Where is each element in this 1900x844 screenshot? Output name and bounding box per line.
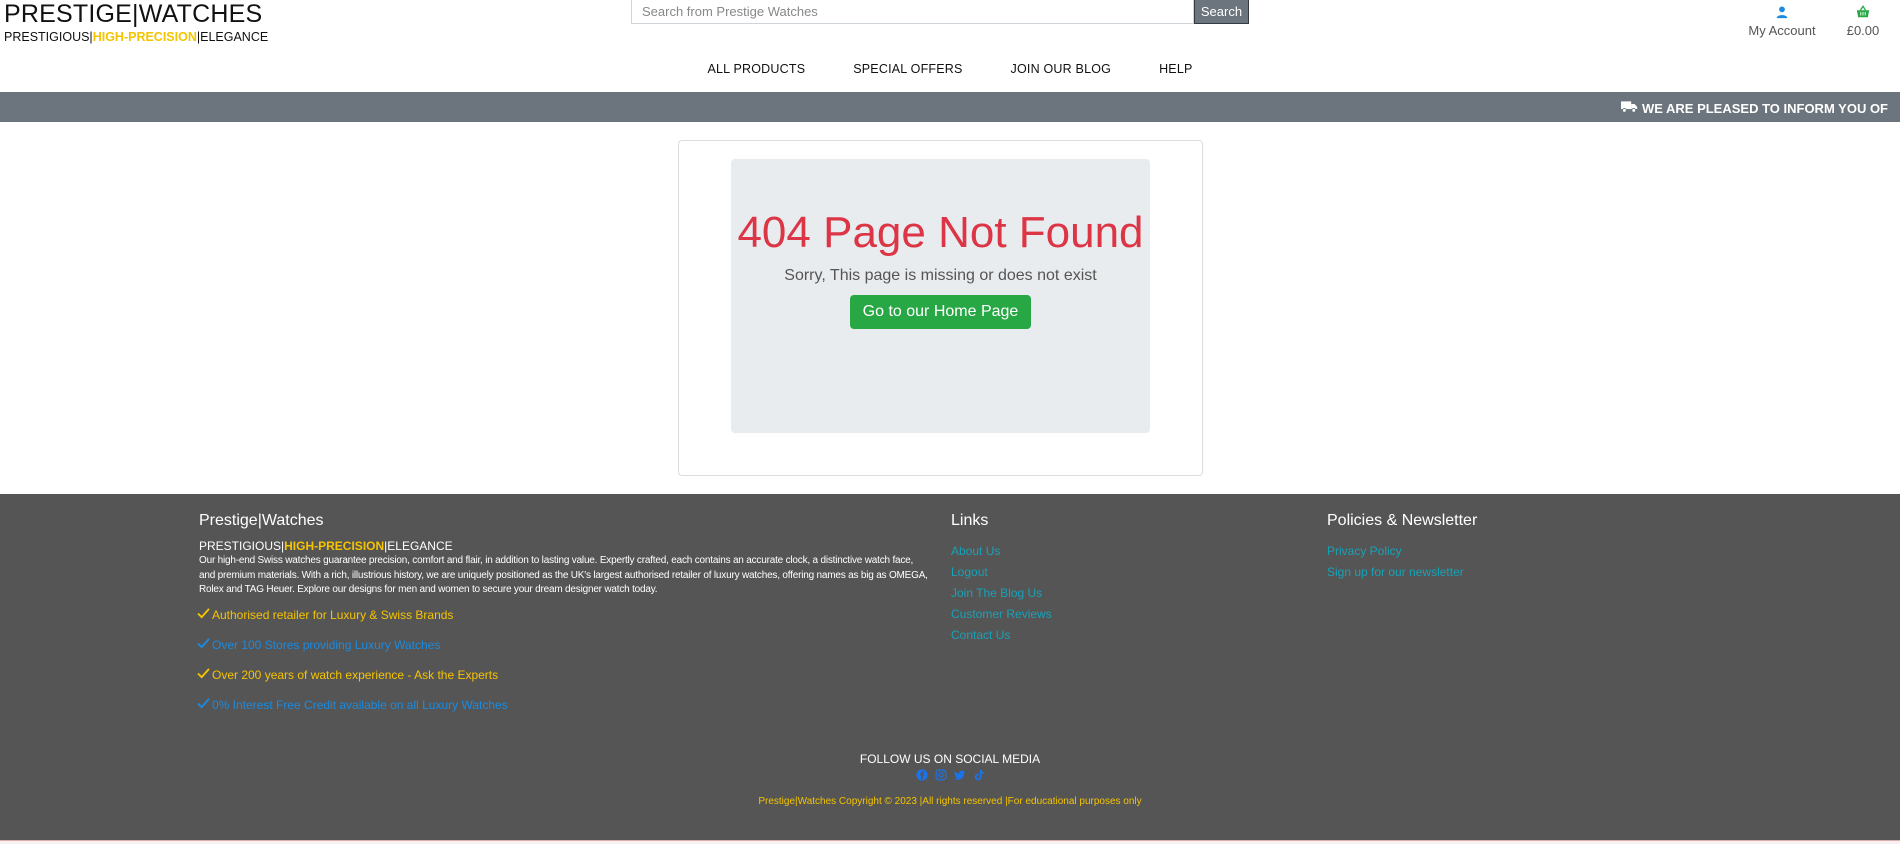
tagline-part2: |ELEGANCE — [196, 30, 269, 44]
announcement-banner: WE ARE PLEASED TO INFORM YOU OF — [0, 92, 1900, 122]
links-heading: Links — [951, 512, 989, 529]
footer-bottom-border — [0, 840, 1900, 844]
check-icon — [197, 637, 210, 652]
feature-list: Authorised retailer for Luxury & Swiss B… — [197, 600, 929, 720]
footer-links: Links About Us Logout Join The Blog Us C… — [951, 512, 1052, 646]
feature-item: Authorised retailer for Luxury & Swiss B… — [197, 600, 929, 630]
search-form: Search — [631, 0, 1249, 24]
twitter-icon[interactable] — [953, 768, 966, 786]
check-icon — [197, 697, 210, 712]
tagline-part1: PRESTIGIOUS| — [4, 30, 93, 44]
footer-tagline-part1: PRESTIGIOUS| — [199, 539, 285, 553]
feature-item: Over 100 Stores providing Luxury Watches — [197, 630, 929, 660]
nav-join-our-blog[interactable]: JOIN OUR BLOG — [1011, 62, 1112, 76]
follow-heading: FOLLOW US ON SOCIAL MEDIA — [859, 752, 1041, 766]
user-icon — [1744, 5, 1820, 21]
feature-item: Over 200 years of watch experience - Ask… — [197, 660, 929, 690]
basket-icon — [1838, 5, 1888, 21]
truck-icon — [1620, 100, 1638, 116]
page-title: 404 Page Not Found — [737, 208, 1144, 257]
feature-item: 0% Interest Free Credit available on all… — [197, 690, 929, 720]
policies-list: Privacy Policy Sign up for our newslette… — [1327, 541, 1477, 583]
tiktok-icon[interactable] — [973, 768, 985, 786]
brand-logo[interactable]: PRESTIGE|WATCHES — [4, 0, 262, 29]
nav-special-offers[interactable]: SPECIAL OFFERS — [853, 62, 962, 76]
main-nav: ALL PRODUCTS SPECIAL OFFERS JOIN OUR BLO… — [0, 62, 1900, 76]
cart-total: £0.00 — [1846, 23, 1880, 38]
footer-tagline: PRESTIGIOUS|HIGH-PRECISION|ELEGANCE — [199, 539, 929, 553]
footer-description: Our high-end Swiss watches guarantee pre… — [199, 555, 928, 595]
nav-all-products[interactable]: ALL PRODUCTS — [707, 62, 805, 76]
footer-about: Prestige|Watches PRESTIGIOUS|HIGH-PRECIS… — [197, 512, 929, 720]
tagline-highlight: HIGH-PRECISION — [92, 30, 197, 44]
error-jumbotron: 404 Page Not Found Sorry, This page is m… — [731, 159, 1150, 433]
facebook-icon[interactable] — [915, 768, 928, 786]
error-card: 404 Page Not Found Sorry, This page is m… — [678, 140, 1203, 476]
check-icon — [197, 607, 210, 622]
my-account-label: My Account — [1748, 23, 1816, 38]
cart-link[interactable]: £0.00 — [1838, 5, 1888, 38]
feature-text: Over 100 Stores providing Luxury Watches — [212, 637, 441, 652]
nav-help[interactable]: HELP — [1159, 62, 1192, 76]
my-account-link[interactable]: My Account — [1744, 5, 1820, 38]
link-customer-reviews[interactable]: Customer Reviews — [951, 604, 1052, 625]
feature-text: 0% Interest Free Credit available on all… — [212, 697, 508, 712]
social-links — [0, 768, 1900, 786]
feature-text: Over 200 years of watch experience - Ask… — [212, 667, 499, 682]
instagram-icon[interactable] — [935, 768, 947, 786]
banner-message: WE ARE PLEASED TO INFORM YOU OF — [1620, 100, 1888, 116]
brand-tagline: PRESTIGIOUS|HIGH-PRECISION|ELEGANCE — [4, 30, 268, 44]
search-button[interactable]: Search — [1194, 0, 1249, 24]
link-logout[interactable]: Logout — [951, 562, 1052, 583]
footer-tagline-part2: |ELEGANCE — [384, 539, 453, 553]
footer-tagline-highlight: HIGH-PRECISION — [284, 539, 385, 553]
site-footer: Prestige|Watches PRESTIGIOUS|HIGH-PRECIS… — [0, 494, 1900, 840]
home-page-button[interactable]: Go to our Home Page — [849, 295, 1032, 329]
feature-text: Authorised retailer for Luxury & Swiss B… — [212, 607, 454, 622]
footer-policies: Policies & Newsletter Privacy Policy Sig… — [1327, 512, 1477, 583]
link-privacy-policy[interactable]: Privacy Policy — [1327, 541, 1477, 562]
link-join-blog[interactable]: Join The Blog Us — [951, 583, 1052, 604]
footer-brand: Prestige|Watches — [199, 512, 324, 529]
search-input[interactable] — [631, 0, 1194, 24]
copyright: Prestige|Watches Copyright © 2023 |All r… — [758, 796, 1142, 807]
link-about-us[interactable]: About Us — [951, 541, 1052, 562]
policies-heading: Policies & Newsletter — [1327, 512, 1478, 529]
link-newsletter-signup[interactable]: Sign up for our newsletter — [1327, 562, 1477, 583]
check-icon — [197, 667, 210, 682]
banner-text: WE ARE PLEASED TO INFORM YOU OF — [1641, 100, 1888, 116]
link-contact-us[interactable]: Contact Us — [951, 625, 1052, 646]
site-header: PRESTIGE|WATCHES PRESTIGIOUS|HIGH-PRECIS… — [0, 0, 1900, 92]
error-subtitle: Sorry, This page is missing or does not … — [784, 267, 1097, 284]
links-list: About Us Logout Join The Blog Us Custome… — [951, 541, 1052, 646]
